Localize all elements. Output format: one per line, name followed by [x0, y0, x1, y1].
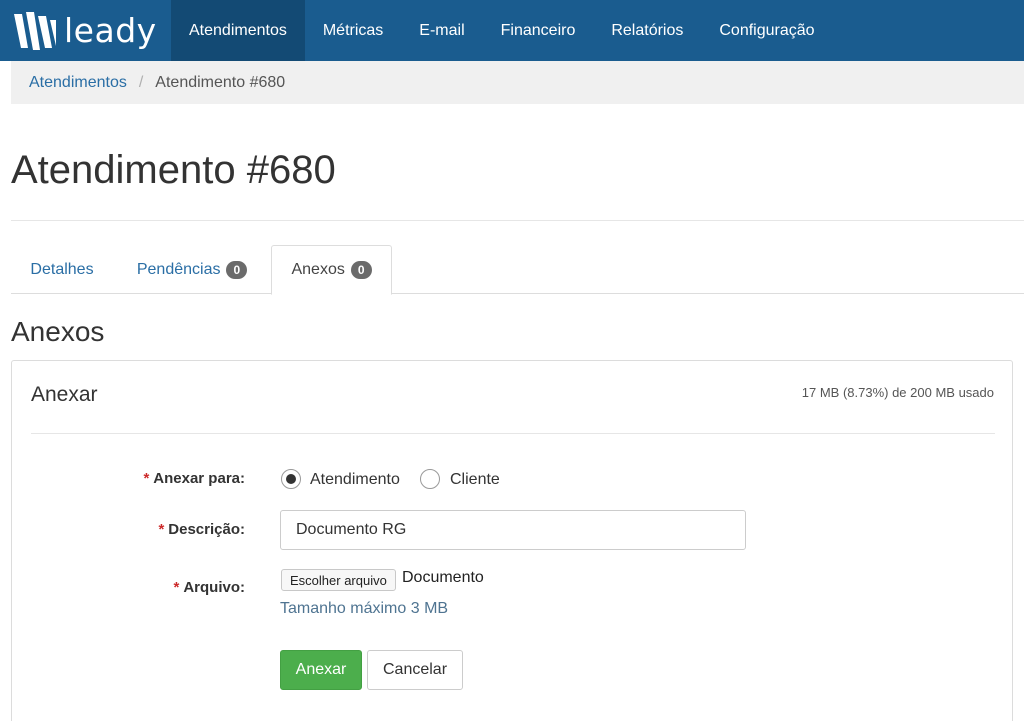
brand-name: leady	[64, 11, 157, 50]
required-mark: *	[143, 470, 150, 487]
tab-anexos[interactable]: Anexos 0	[271, 245, 392, 295]
tab-detalhes-label: Detalhes	[30, 260, 94, 278]
breadcrumb-current: Atendimento #680	[155, 73, 286, 91]
attach-to-label-text: Anexar para:	[153, 470, 245, 487]
radio-atendimento-label[interactable]: Atendimento	[310, 471, 400, 489]
brand[interactable]: leady	[0, 0, 171, 61]
file-size-help: Tamanho máximo 3 MB	[280, 600, 449, 617]
panel-divider	[31, 433, 995, 434]
top-navbar: leady Atendimentos Métricas E-mail Finan…	[0, 0, 1024, 61]
nav-item-configuracao[interactable]: Configuração	[701, 0, 832, 61]
nav-item-email[interactable]: E-mail	[401, 0, 482, 61]
description-label-text: Descrição:	[168, 521, 245, 538]
leady-logo-icon	[14, 11, 56, 50]
breadcrumb-separator: /	[138, 73, 144, 91]
nav-item-atendimentos[interactable]: Atendimentos	[171, 0, 305, 61]
nav-item-metricas[interactable]: Métricas	[305, 0, 401, 61]
selected-file-name: Documento	[402, 569, 484, 586]
radio-cliente-label[interactable]: Cliente	[450, 471, 500, 489]
anexos-count-badge: 0	[350, 261, 372, 279]
breadcrumb-link-atendimentos[interactable]: Atendimentos	[29, 74, 127, 92]
title-divider	[11, 220, 1024, 221]
attach-panel: Anexar 17 MB (8.73%) de 200 MB usado * An…	[11, 360, 1013, 721]
file-label: * Arquivo:	[25, 579, 245, 596]
tab-pendencias[interactable]: Pendências 0	[117, 245, 267, 294]
description-label: * Descrição:	[25, 521, 245, 538]
attach-to-label: * Anexar para:	[25, 470, 245, 487]
file-label-text: Arquivo:	[183, 579, 245, 596]
required-mark: *	[173, 579, 180, 596]
breadcrumb: Atendimentos / Atendimento #680	[11, 61, 1024, 104]
tab-detalhes[interactable]: Detalhes	[11, 245, 113, 294]
required-mark: *	[158, 521, 165, 538]
tab-anexos-label: Anexos	[291, 261, 345, 278]
radio-cliente[interactable]	[420, 469, 440, 489]
tab-pendencias-label: Pendências	[136, 260, 221, 278]
pendencias-count-badge: 0	[226, 260, 248, 279]
radio-atendimento[interactable]	[281, 469, 301, 489]
section-title: Anexos	[11, 316, 105, 347]
storage-usage-text: 17 MB (8.73%) de 200 MB usado	[801, 385, 994, 400]
choose-file-button[interactable]: Escolher arquivo	[281, 569, 396, 591]
nav-item-financeiro[interactable]: Financeiro	[483, 0, 594, 61]
page-title: Atendimento #680	[11, 148, 336, 192]
nav-item-relatorios[interactable]: Relatórios	[593, 0, 701, 61]
anexar-button[interactable]: Anexar	[280, 650, 362, 690]
cancel-button[interactable]: Cancelar	[367, 650, 463, 690]
description-input[interactable]	[280, 510, 746, 550]
tab-bar: Detalhes Pendências 0 Anexos 0	[11, 245, 1024, 295]
panel-title: Anexar	[31, 383, 98, 406]
